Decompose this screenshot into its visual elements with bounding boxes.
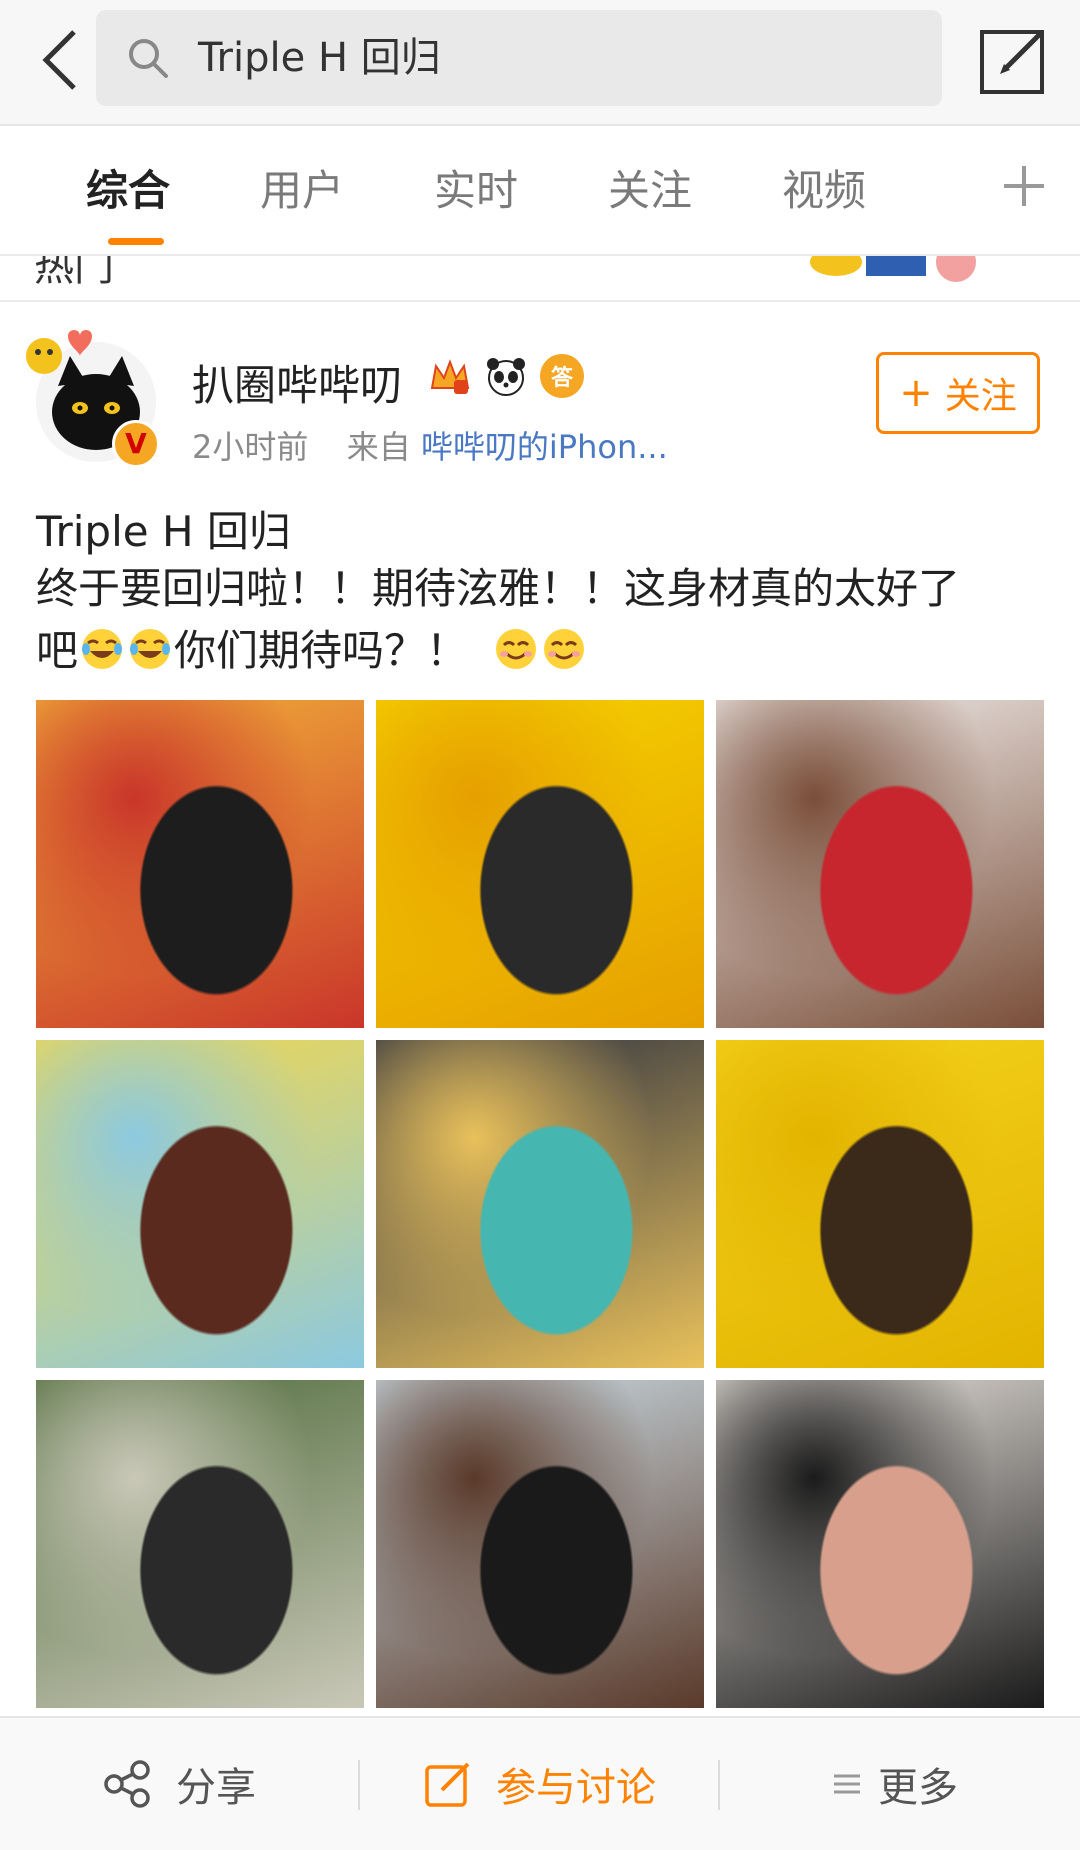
post-image-9[interactable] [716, 1380, 1044, 1708]
back-button[interactable] [20, 20, 100, 100]
search-query: Triple H 回归 [198, 35, 441, 81]
post-body-line-2: 吧 你们期待吗？！ [36, 620, 1046, 682]
chevron-left-icon [42, 30, 76, 90]
laugh-cry-emoji-icon [130, 629, 171, 669]
more-button[interactable]: 更多 [834, 1758, 958, 1811]
compose-button[interactable] [976, 22, 1052, 98]
share-label: 分享 [176, 1765, 256, 1811]
panda-badge-icon[interactable] [484, 354, 528, 398]
discuss-button[interactable]: 参与讨论 [422, 1758, 656, 1811]
share-icon [104, 1760, 150, 1808]
post-image-8[interactable] [376, 1380, 704, 1708]
laugh-cry-emoji-icon [82, 629, 123, 669]
post-source-link[interactable]: 哔哔叨的iPhon... [421, 428, 668, 466]
divider [718, 1760, 720, 1810]
image-grid [36, 700, 1044, 1710]
top-bar: Triple H 回归 [0, 0, 1080, 126]
post-meta: 2小时前 来自 哔哔叨的iPhon... [192, 422, 668, 468]
discuss-label: 参与讨论 [496, 1765, 656, 1811]
follow-label: 关注 [944, 376, 1017, 417]
user-badges: 答 [428, 354, 584, 398]
post-body: 终于要回归啦！！期待泫雅！！这身材真的太好了 吧 你们期待吗？！ [36, 558, 1046, 682]
menu-icon [834, 1774, 860, 1794]
post-image-7[interactable] [36, 1380, 364, 1708]
post-image-4[interactable] [36, 1040, 364, 1368]
avatar[interactable]: V [22, 322, 162, 468]
search-input[interactable]: Triple H 回归 [96, 10, 942, 106]
active-tab-indicator [108, 238, 164, 245]
weibo-post: V 扒圈哔哔叨 答 2小时前 来自 哔哔叨的iPhon... + 关注 Trip… [0, 302, 1080, 1716]
follow-button[interactable]: + 关注 [876, 352, 1040, 434]
post-image-5[interactable] [376, 1040, 704, 1368]
tab-users[interactable]: 用户 [260, 166, 344, 216]
strip-label: 热门 [34, 256, 114, 290]
tab-following[interactable]: 关注 [608, 166, 692, 216]
post-body-line-1: 终于要回归啦！！期待泫雅！！这身材真的太好了 [36, 564, 961, 613]
post-time: 2小时前 [192, 428, 309, 466]
post-title: Triple H 回归 [36, 507, 291, 556]
more-label: 更多 [878, 1765, 958, 1811]
post-username[interactable]: 扒圈哔哔叨 [192, 352, 402, 413]
crown-vip-badge-icon[interactable] [428, 354, 472, 398]
post-image-6[interactable] [716, 1040, 1044, 1368]
sticker-icon [810, 256, 976, 282]
edit-icon [425, 1762, 470, 1807]
bottom-action-bar: 分享 参与讨论 更多 [0, 1716, 1080, 1850]
share-button[interactable]: 分享 [102, 1758, 256, 1811]
add-tab-icon[interactable] [1000, 162, 1048, 210]
compose-icon [980, 30, 1044, 94]
smile-emoji-icon [544, 629, 585, 669]
search-tabs: 综合 用户 实时 关注 视频 [0, 126, 1080, 256]
tab-video[interactable]: 视频 [782, 166, 866, 216]
post-image-2[interactable] [376, 700, 704, 1028]
answer-badge-icon[interactable]: 答 [540, 354, 584, 398]
partial-hot-strip: 热门 [0, 256, 1080, 302]
smile-emoji-icon [496, 629, 537, 669]
giraffe-heart-decoration-icon [26, 330, 92, 374]
post-body-line-2-start: 吧 [36, 626, 79, 675]
verified-badge: V [112, 420, 160, 468]
tab-all[interactable]: 综合 [86, 166, 170, 216]
tab-realtime[interactable]: 实时 [434, 166, 518, 216]
post-from-label: 来自 [346, 428, 411, 466]
divider [358, 1760, 360, 1810]
post-image-3[interactable] [716, 700, 1044, 1028]
search-icon [129, 39, 168, 78]
plus-icon: + [899, 370, 933, 416]
post-image-1[interactable] [36, 700, 364, 1028]
post-body-line-2-text: 你们期待吗？！ [174, 626, 469, 675]
